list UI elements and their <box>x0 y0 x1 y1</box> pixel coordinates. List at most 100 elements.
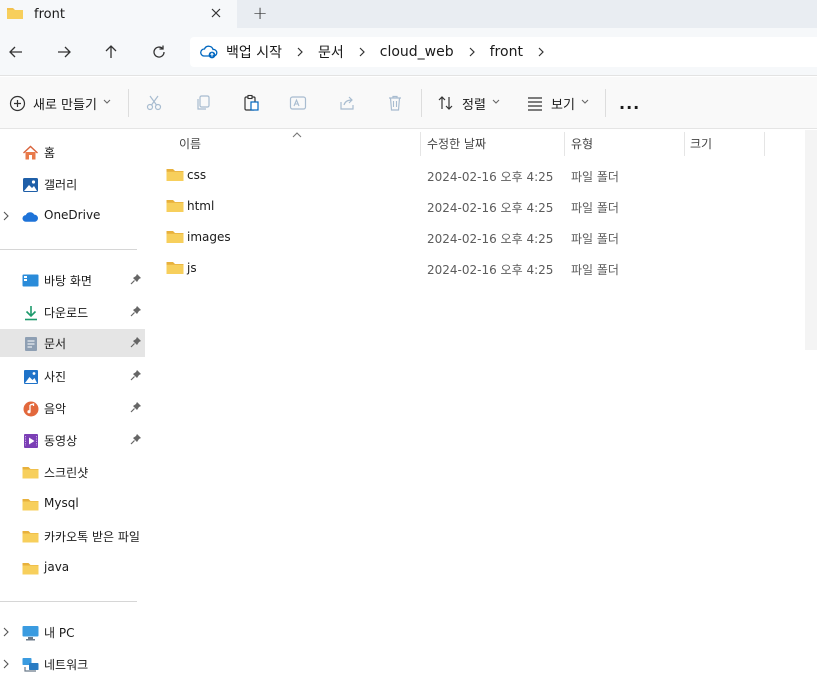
sidebar-item-java[interactable]: java <box>0 554 145 582</box>
file-modified: 2024-02-16 오후 4:25 <box>427 232 554 246</box>
sort-button[interactable]: 정렬 <box>437 91 500 115</box>
file-type: 파일 폴더 <box>571 263 619 277</box>
forward-button[interactable] <box>52 40 76 64</box>
chevron-right-icon[interactable] <box>3 626 9 640</box>
pin-icon[interactable] <box>130 433 144 447</box>
delete-button[interactable] <box>386 91 404 115</box>
scrollbar[interactable] <box>805 130 817 350</box>
sidebar-item-mysql[interactable]: Mysql <box>0 490 145 518</box>
folder-icon <box>166 168 184 185</box>
sidebar-item-label: 갤러리 <box>44 178 78 192</box>
sidebar-item-music[interactable]: 음악 <box>0 394 145 422</box>
sidebar-item-videos[interactable]: 동영상 <box>0 426 145 454</box>
folder-icon <box>166 261 184 278</box>
sidebar-item-screenshots[interactable]: 스크린샷 <box>0 458 145 486</box>
column-header-modified[interactable]: 수정한 날짜 <box>417 130 561 157</box>
pin-icon[interactable] <box>130 369 144 383</box>
sidebar-item-label: 카카오톡 받은 파일 <box>44 530 140 544</box>
breadcrumb-item-backup[interactable]: 백업 시작 <box>226 42 282 62</box>
sidebar-item-label: 내 PC <box>44 626 75 640</box>
download-icon <box>22 304 39 321</box>
trash-icon <box>389 95 401 111</box>
file-name: js <box>187 261 197 275</box>
table-row[interactable]: css 2024-02-16 오후 4:25 파일 폴더 <box>148 161 798 189</box>
tab-front[interactable]: front <box>0 0 237 28</box>
table-row[interactable]: html 2024-02-16 오후 4:25 파일 폴더 <box>148 192 798 220</box>
column-header-name[interactable]: 이름 <box>169 130 419 157</box>
file-name: css <box>187 168 207 182</box>
sidebar-item-kakaotalk[interactable]: 카카오톡 받은 파일 <box>0 522 145 550</box>
new-button-label: 새로 만들기 <box>33 97 97 113</box>
share-icon <box>340 96 354 110</box>
folder-icon <box>6 6 24 23</box>
gallery-icon <box>22 176 39 193</box>
view-button[interactable]: 보기 <box>526 91 589 115</box>
sidebar-item-gallery[interactable]: 갤러리 <box>0 170 145 198</box>
more-options-button[interactable]: ... <box>619 91 640 115</box>
breadcrumb-item-documents[interactable]: 문서 <box>318 42 344 62</box>
chevron-right-icon[interactable] <box>358 47 366 57</box>
plus-circle-icon <box>9 95 26 111</box>
sidebar-item-network[interactable]: 네트워크 <box>0 650 145 678</box>
folder-icon <box>22 528 39 545</box>
breadcrumb-item-cloud-web[interactable]: cloud_web <box>380 44 454 60</box>
folder-icon <box>22 560 39 577</box>
sidebar-item-desktop[interactable]: 바탕 화면 <box>0 266 145 294</box>
arrow-right-icon <box>58 46 71 58</box>
table-row[interactable]: images 2024-02-16 오후 4:25 파일 폴더 <box>148 223 798 251</box>
share-button[interactable] <box>338 91 356 115</box>
clipboard-icon <box>244 94 259 111</box>
paste-button[interactable] <box>242 91 260 115</box>
new-button[interactable]: 새로 만들기 <box>9 91 111 115</box>
table-row[interactable]: js 2024-02-16 오후 4:25 파일 폴더 <box>148 254 798 282</box>
up-button[interactable] <box>99 40 123 64</box>
sidebar-item-downloads[interactable]: 다운로드 <box>0 298 145 326</box>
music-icon <box>22 400 39 417</box>
column-header-size[interactable]: 크기 <box>680 130 760 157</box>
refresh-button[interactable] <box>147 40 171 64</box>
computer-icon <box>22 624 39 641</box>
rename-icon <box>289 96 307 110</box>
sidebar-item-label: 바탕 화면 <box>44 274 92 288</box>
toolbar-divider <box>605 89 606 117</box>
column-divider[interactable] <box>764 132 765 156</box>
navigation-pane: 홈 갤러리 OneDrive 바탕 화면 다운로드 문서 사진 음악 동영상 스… <box>0 130 147 694</box>
sidebar-item-label: 홈 <box>44 146 56 160</box>
cut-button[interactable] <box>145 91 163 115</box>
sidebar-item-label: 네트워크 <box>44 658 89 672</box>
pin-icon[interactable] <box>130 273 144 287</box>
chevron-right-icon[interactable] <box>468 47 476 57</box>
arrow-left-icon <box>9 46 22 58</box>
sidebar-item-home[interactable]: 홈 <box>0 138 145 166</box>
chevron-right-icon[interactable] <box>296 47 304 57</box>
chevron-right-icon[interactable] <box>3 210 9 224</box>
sidebar-divider <box>0 601 137 602</box>
rename-button[interactable] <box>289 91 307 115</box>
address-bar[interactable]: 백업 시작 문서 cloud_web front <box>190 37 817 67</box>
back-button[interactable] <box>4 40 28 64</box>
pin-icon[interactable] <box>130 401 144 415</box>
new-tab-button[interactable]: + <box>249 2 271 24</box>
chevron-down-icon <box>103 98 111 108</box>
pin-icon[interactable] <box>130 336 144 350</box>
sidebar-item-this-pc[interactable]: 내 PC <box>0 618 145 646</box>
sidebar-item-documents[interactable]: 문서 <box>0 329 145 357</box>
home-icon <box>22 144 39 161</box>
address-row: 백업 시작 문서 cloud_web front <box>0 28 817 76</box>
sidebar-item-label: OneDrive <box>44 208 101 222</box>
copy-button[interactable] <box>194 91 212 115</box>
pin-icon[interactable] <box>130 305 144 319</box>
file-modified: 2024-02-16 오후 4:25 <box>427 170 554 184</box>
column-header-type[interactable]: 유형 <box>561 130 681 157</box>
chevron-right-icon[interactable] <box>3 658 9 672</box>
toolbar-divider <box>421 89 422 117</box>
sidebar-item-onedrive[interactable]: OneDrive <box>0 202 145 230</box>
close-tab-icon[interactable] <box>206 3 226 23</box>
sidebar-item-pictures[interactable]: 사진 <box>0 362 145 390</box>
chevron-right-icon[interactable] <box>537 47 545 57</box>
file-list: 이름 수정한 날짜 유형 크기 css 2024-02-16 오후 4:25 파… <box>148 130 817 694</box>
breadcrumb-item-front[interactable]: front <box>490 44 523 60</box>
sidebar-item-label: 사진 <box>44 370 67 384</box>
network-icon <box>22 656 39 673</box>
file-type: 파일 폴더 <box>571 201 619 215</box>
